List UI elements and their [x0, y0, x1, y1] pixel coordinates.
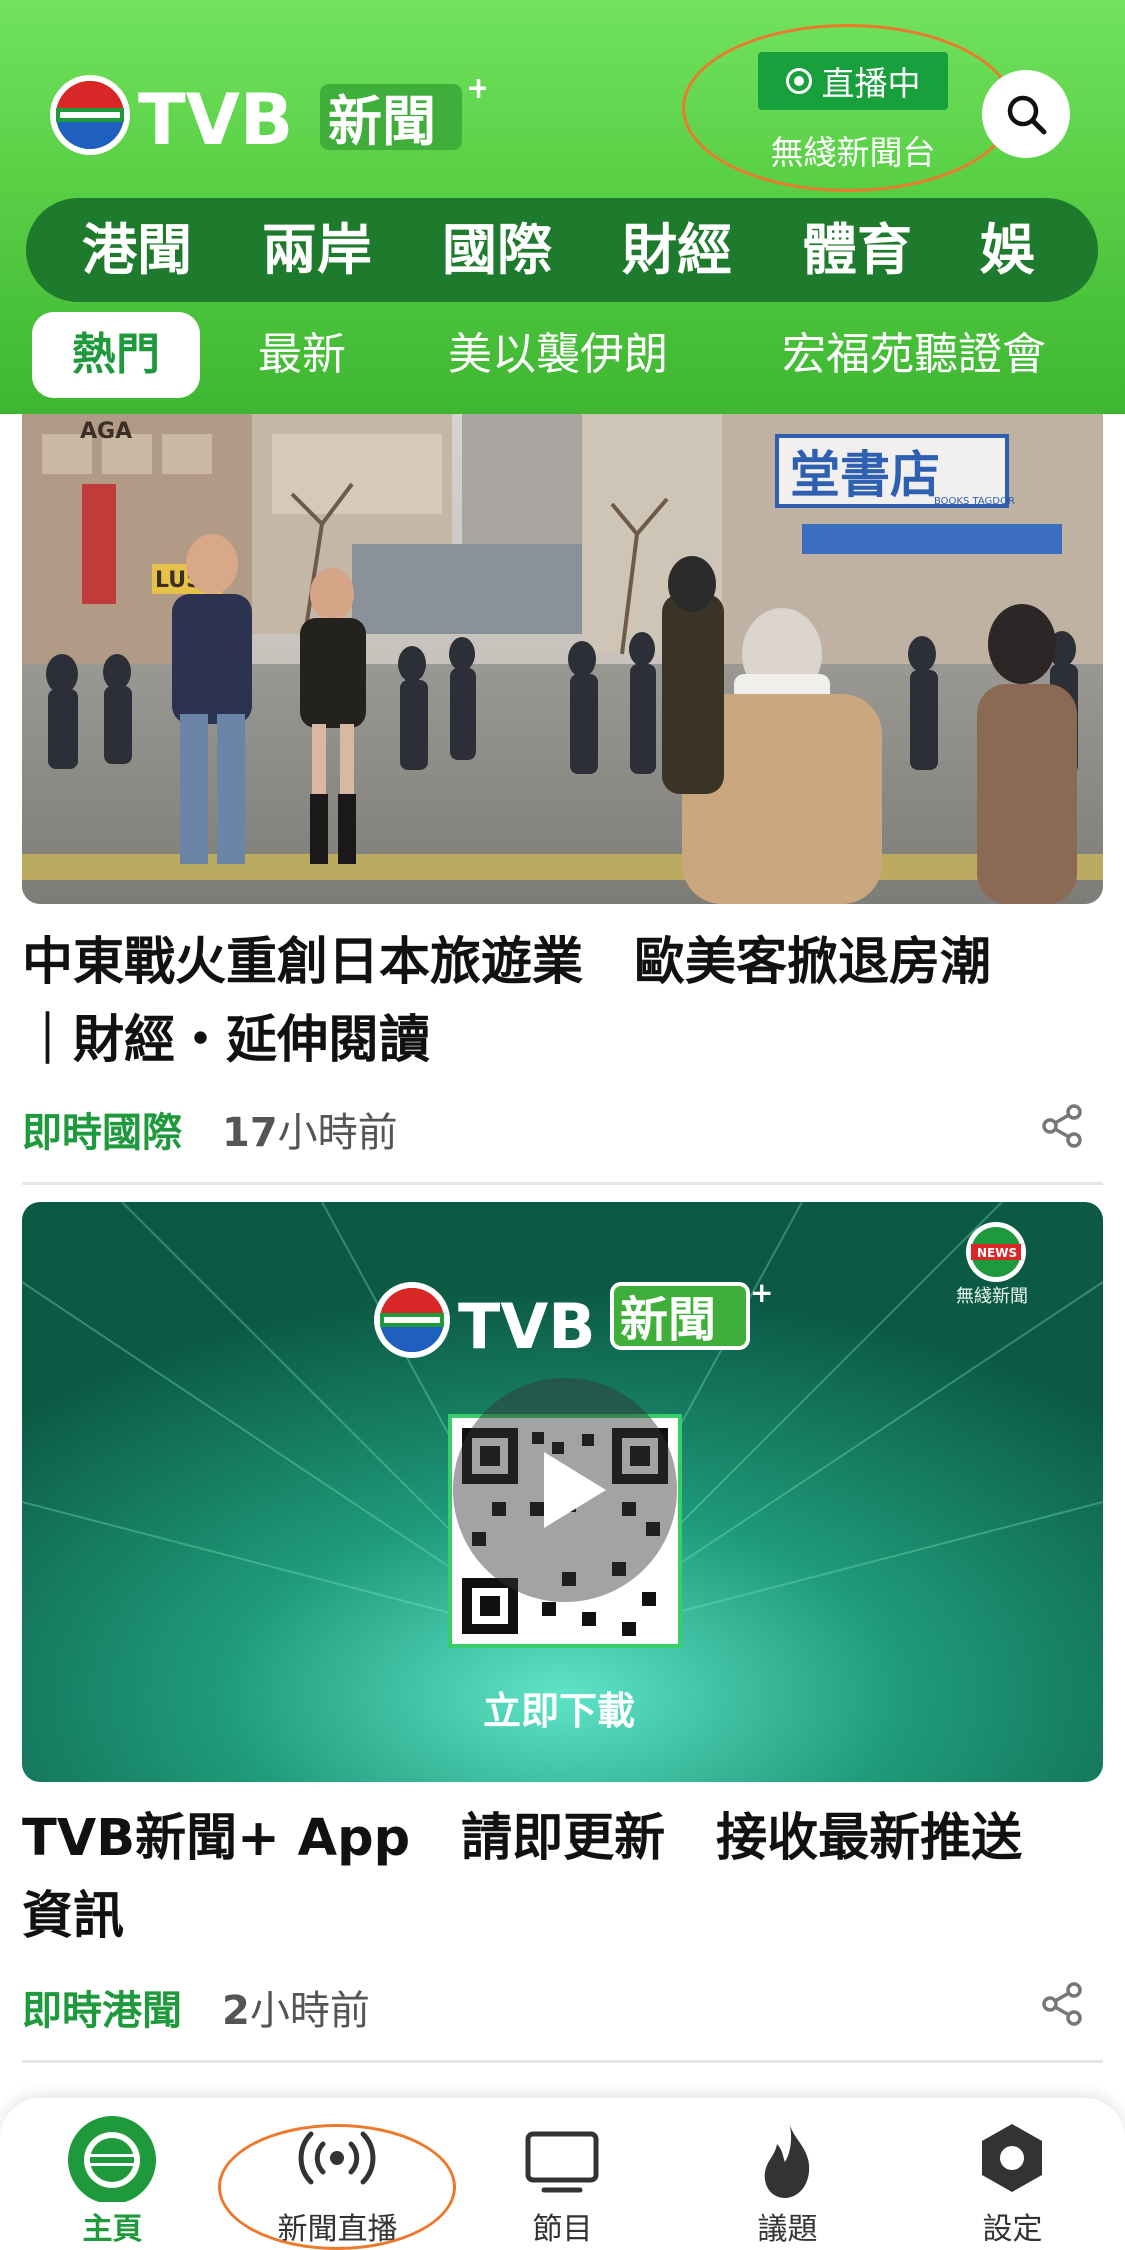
- article-divider: [22, 1182, 1103, 1185]
- category-sports[interactable]: 體育: [802, 216, 912, 284]
- nav-label-settings: 設定: [982, 2212, 1043, 2247]
- annotation-circle: [682, 24, 1014, 192]
- subtab-latest[interactable]: 最新: [258, 312, 346, 398]
- tv-icon: [525, 2131, 599, 2193]
- category-international[interactable]: 國際: [442, 216, 552, 284]
- article-category[interactable]: 即時港聞: [22, 1978, 182, 2036]
- app-promo-image: TVB 新聞 + NEWS 無綫新聞 立即下載: [22, 1202, 1103, 1782]
- nav-programs[interactable]: 節目: [450, 2098, 675, 2250]
- photo-sign-bookstore-small: BOOKS TAGDOR: [934, 496, 1015, 507]
- nav-label-programs: 節目: [532, 2212, 593, 2247]
- search-button[interactable]: [982, 70, 1070, 158]
- article-time: 17小時前: [222, 1100, 398, 1158]
- nav-settings[interactable]: 設定: [900, 2098, 1125, 2250]
- promo-corner-badge: NEWS: [977, 1246, 1017, 1260]
- promo-logo-brand: TVB: [458, 1290, 596, 1363]
- category-hk[interactable]: 港聞: [82, 216, 192, 284]
- article-title-line2[interactable]: ｜財經・延伸閱讀: [22, 1002, 1112, 1080]
- category-entertainment[interactable]: 娛: [980, 216, 1035, 284]
- app-header: TVB 新聞 + 直播中 無綫新聞台 港聞 兩岸 國際 財經 體育 娛 熱門 最…: [0, 0, 1125, 414]
- article-divider: [22, 2060, 1103, 2063]
- article-category[interactable]: 即時國際: [22, 1100, 182, 1158]
- logo-brand-text: TVB: [138, 79, 293, 158]
- promo-logo-suffix: 新聞: [620, 1292, 716, 1348]
- nav-label-topics: 議題: [757, 2212, 818, 2247]
- article-title-line1[interactable]: 中東戰火重創日本旅遊業 歐美客掀退房潮: [22, 924, 1112, 1002]
- share-icon[interactable]: [1038, 1102, 1086, 1150]
- home-tvb-icon: [68, 2116, 156, 2202]
- share-icon[interactable]: [1038, 1980, 1086, 2028]
- bottom-navigation: 主頁 新聞直播 節目 議題 設定: [0, 2098, 1125, 2250]
- subtab-wang-fuk-court-hearing[interactable]: 宏福苑聽證會: [782, 312, 1046, 398]
- promo-corner-caption: 無綫新聞: [956, 1286, 1028, 1307]
- settings-hexagon-icon: [982, 2124, 1042, 2192]
- category-cross-strait[interactable]: 兩岸: [262, 216, 372, 284]
- search-icon: [1007, 95, 1047, 135]
- photo-sign-aga: AGA: [80, 419, 132, 444]
- nav-topics[interactable]: 議題: [675, 2098, 900, 2250]
- category-bar: 港聞 兩岸 國際 財經 體育 娛: [26, 198, 1098, 302]
- logo-suffix-text: 新聞: [328, 90, 436, 153]
- tvb-news-logo[interactable]: TVB 新聞 +: [46, 72, 486, 158]
- logo-plus-text: +: [466, 72, 486, 106]
- article-title-line1[interactable]: TVB新聞+ App 請即更新 接收最新推送: [22, 1800, 1112, 1878]
- article-time: 2小時前: [222, 1978, 370, 2036]
- subtab-us-israel-iran[interactable]: 美以襲伊朗: [448, 312, 668, 398]
- article-time-number: 2: [222, 1988, 250, 2034]
- photo-sign-bookstore: 堂書店: [790, 446, 940, 504]
- subtab-hot[interactable]: 熱門: [32, 312, 200, 398]
- flame-icon: [764, 2122, 810, 2198]
- promo-logo-plus: +: [750, 1276, 773, 1309]
- category-finance[interactable]: 財經: [622, 216, 732, 284]
- annotation-circle: [218, 2124, 456, 2250]
- nav-home[interactable]: 主頁: [0, 2098, 225, 2250]
- article-time-number: 17: [222, 1110, 278, 1156]
- article-video-promo[interactable]: TVB 新聞 + NEWS 無綫新聞 立即下載: [22, 1202, 1103, 1782]
- nav-label-home: 主頁: [82, 2212, 143, 2247]
- street-scene-image: AGA LUS 堂書店 BOOKS TAGDOR: [22, 414, 1103, 904]
- article-time-unit: 小時前: [277, 1110, 398, 1156]
- article-time-unit: 小時前: [249, 1988, 370, 2034]
- article-image-street[interactable]: AGA LUS 堂書店 BOOKS TAGDOR: [22, 414, 1103, 904]
- article-title-line2[interactable]: 資訊: [22, 1878, 1112, 1956]
- promo-download-label: 立即下載: [483, 1689, 635, 1733]
